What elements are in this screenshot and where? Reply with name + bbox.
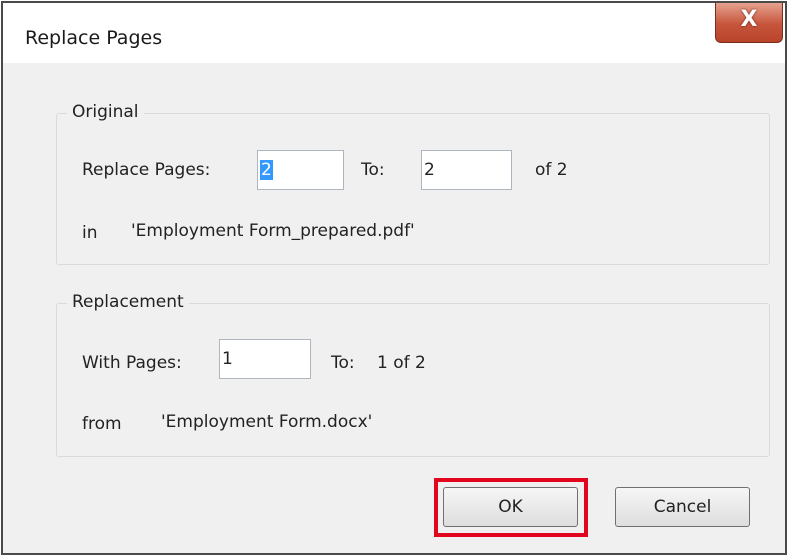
replacement-filename: 'Employment Form.docx' <box>161 412 373 432</box>
replacement-to-label: To: <box>331 353 355 373</box>
replacement-page-range: 1 of 2 <box>377 353 426 373</box>
with-pages-label: With Pages: <box>82 353 182 373</box>
dialog-title: Replace Pages <box>25 27 163 49</box>
with-pages-value: 1 <box>222 349 233 369</box>
original-page-count: of 2 <box>535 160 568 180</box>
original-filename: 'Employment Form_prepared.pdf' <box>131 221 415 241</box>
cancel-button[interactable]: Cancel <box>615 487 750 527</box>
close-button[interactable]: X <box>715 3 783 43</box>
original-group-title: Original <box>67 102 144 122</box>
ok-button[interactable]: OK <box>443 487 578 527</box>
replace-to-label: To: <box>361 160 385 180</box>
title-bar: Replace Pages X <box>3 3 785 63</box>
replacement-group-title: Replacement <box>67 292 189 312</box>
replace-to-page-value: 2 <box>424 160 435 180</box>
with-pages-input[interactable]: 1 <box>219 339 311 379</box>
replace-from-page-input[interactable]: 2 <box>257 150 344 190</box>
dialog-body: Original Replace Pages: 2 To: 2 of 2 in … <box>3 63 785 553</box>
close-icon: X <box>740 7 758 32</box>
replace-from-page-value: 2 <box>260 160 273 180</box>
from-label: from <box>82 414 122 434</box>
replacement-group: Replacement With Pages: 1 To: 1 of 2 fro… <box>56 292 770 457</box>
replace-pages-label: Replace Pages: <box>82 160 211 180</box>
replace-to-page-input[interactable]: 2 <box>421 150 512 190</box>
original-group: Original Replace Pages: 2 To: 2 of 2 in … <box>56 102 770 265</box>
replace-pages-dialog: Replace Pages X Original Replace Pages: … <box>1 1 787 555</box>
in-label: in <box>82 223 98 243</box>
